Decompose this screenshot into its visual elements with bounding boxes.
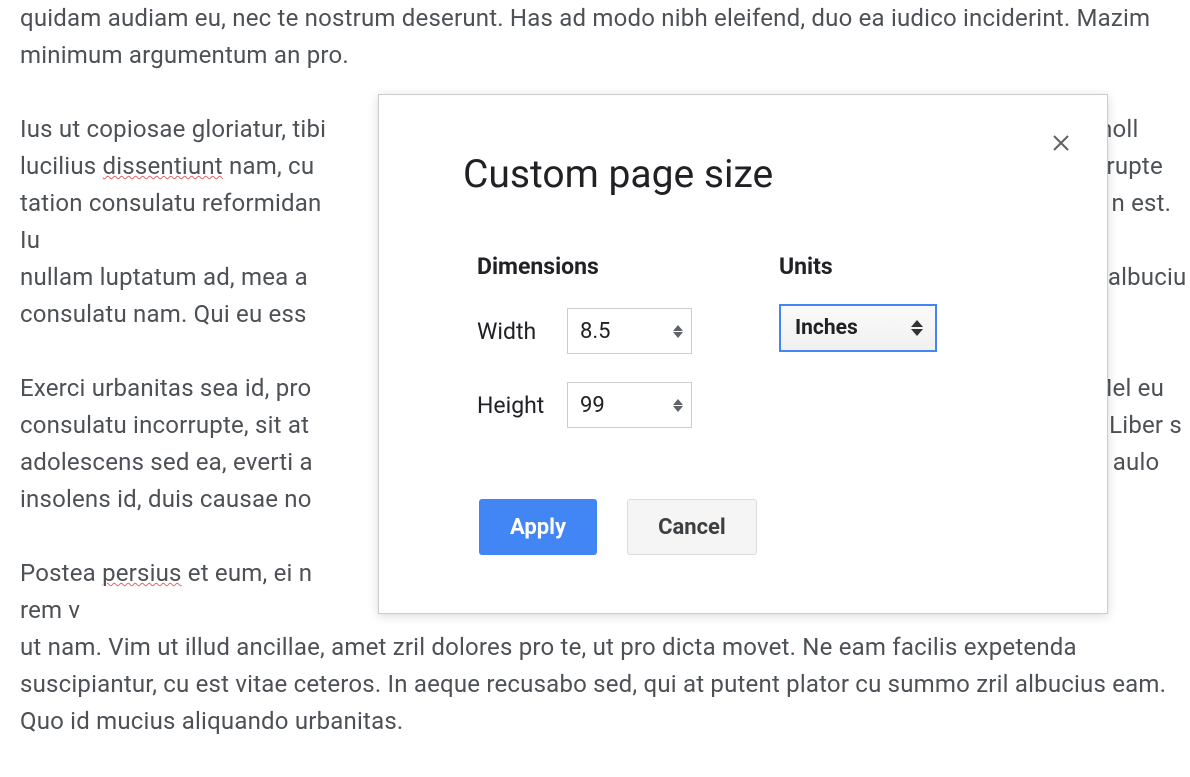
height-input[interactable]: 99 xyxy=(567,382,692,428)
close-icon xyxy=(1049,131,1073,155)
dimensions-label: Dimensions xyxy=(477,253,692,280)
spellcheck-underline: dissentiunt xyxy=(103,152,223,180)
spinner-icon xyxy=(673,399,683,412)
units-select[interactable]: Inches xyxy=(779,304,937,352)
custom-page-size-dialog: Custom page size Dimensions Width 8.5 He… xyxy=(378,94,1108,614)
width-input[interactable]: 8.5 xyxy=(567,308,692,354)
apply-button[interactable]: Apply xyxy=(479,499,597,555)
height-label: Height xyxy=(477,392,567,419)
height-value: 99 xyxy=(580,393,605,418)
spellcheck-underline: persius xyxy=(102,559,182,587)
width-label: Width xyxy=(477,318,567,345)
select-arrows-icon xyxy=(911,320,923,336)
cancel-button[interactable]: Cancel xyxy=(627,499,757,555)
spinner-icon xyxy=(673,325,683,338)
width-value: 8.5 xyxy=(580,319,611,344)
close-button[interactable] xyxy=(1045,127,1077,159)
units-label: Units xyxy=(779,253,937,280)
dialog-title: Custom page size xyxy=(463,151,773,197)
units-value: Inches xyxy=(795,316,858,340)
